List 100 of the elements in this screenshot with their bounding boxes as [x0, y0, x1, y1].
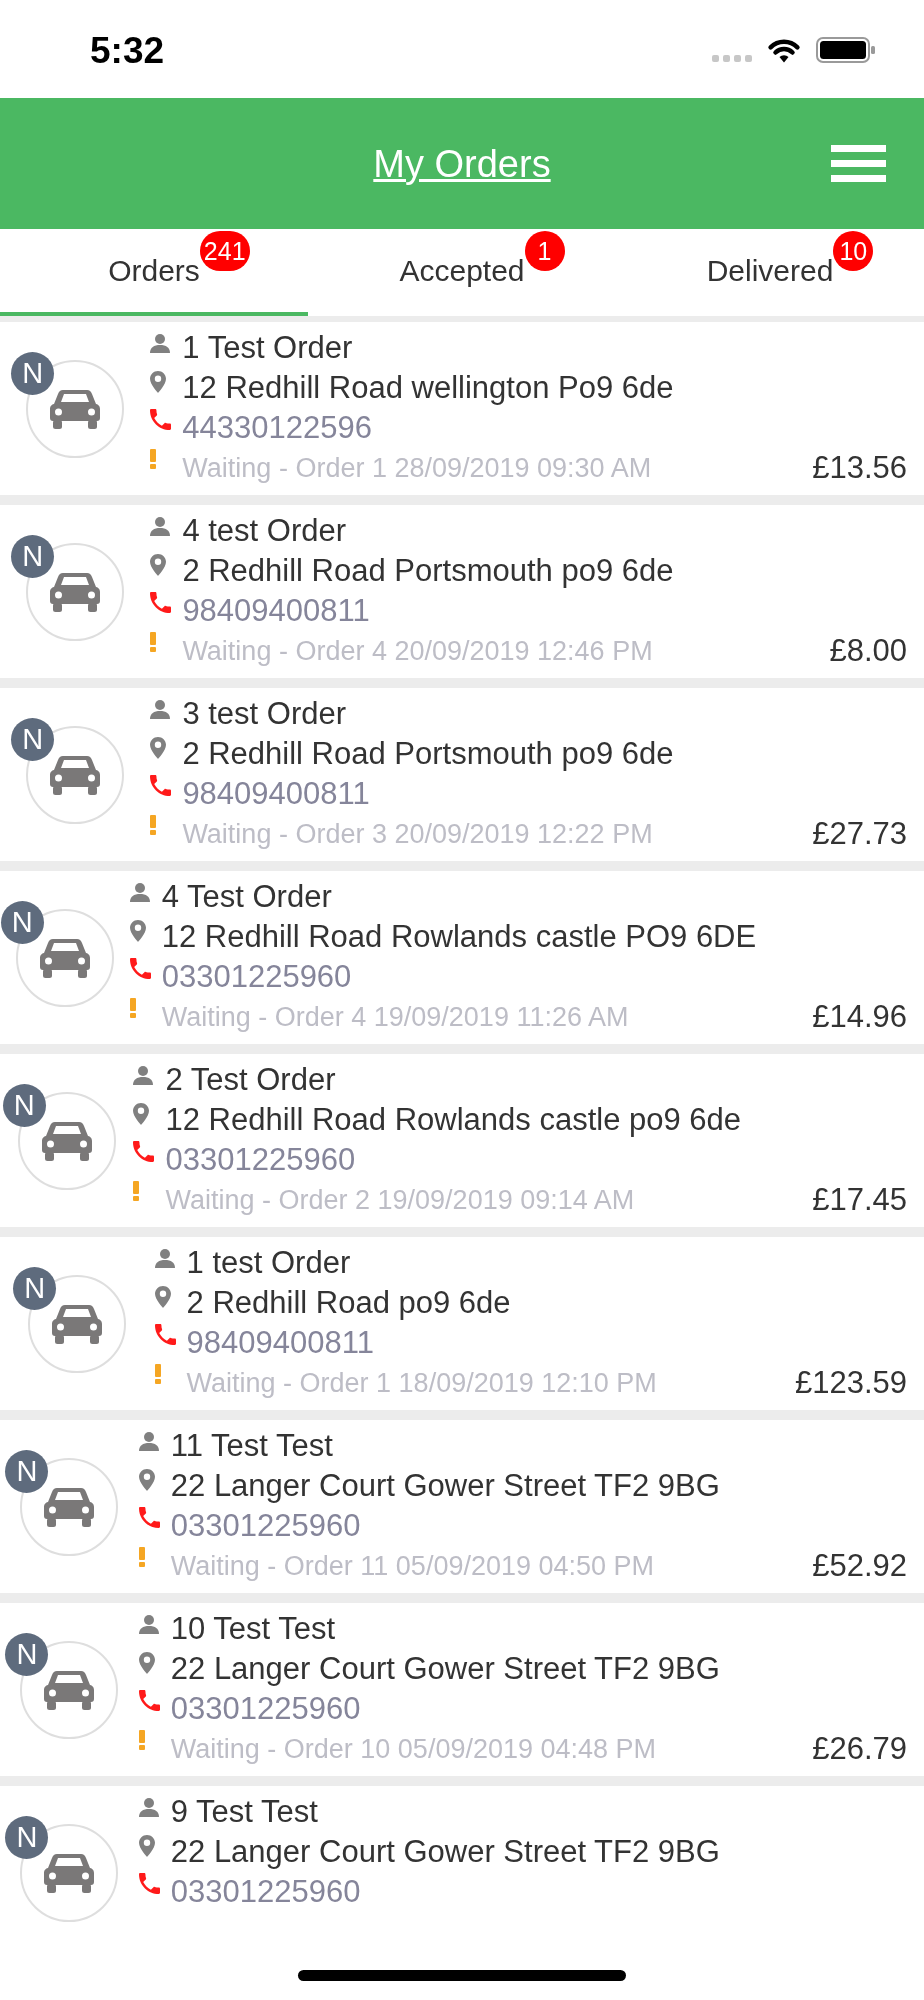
order-status-badge: N	[11, 351, 55, 395]
car-icon	[43, 1486, 96, 1527]
person-icon	[138, 1432, 159, 1451]
phone-number: 03301225960	[170, 1690, 361, 1728]
order-card[interactable]: N 4 test Order 2 Redhill Road Portsmouth po9 6de 98409400811 Waiting - Order 4 20/09/2019 12:46 PM £8.00	[0, 505, 924, 678]
customer-name: 9 Test Test	[170, 1793, 318, 1831]
exclamation-icon	[138, 1547, 145, 1567]
exclamation-icon	[150, 449, 157, 469]
order-status-text: Waiting - Order 1 28/09/2019 09:30 AM	[182, 452, 652, 485]
car-icon	[40, 1120, 93, 1161]
location-pin-icon	[133, 1103, 150, 1125]
phone-icon	[150, 775, 172, 796]
order-status-badge: N	[0, 900, 44, 944]
customer-name: 4 test Order	[182, 512, 347, 550]
phone-icon	[129, 958, 151, 979]
address-text: 2 Redhill Road Portsmouth po9 6de	[182, 735, 674, 773]
location-pin-icon	[129, 920, 146, 942]
order-status-badge: N	[2, 1083, 46, 1127]
count-badge: 1	[524, 230, 565, 271]
order-status-text: Waiting - Order 3 20/09/2019 12:22 PM	[182, 818, 653, 851]
order-status-text: Waiting - Order 10 05/09/2019 04:48 PM	[170, 1733, 657, 1766]
person-icon	[150, 517, 171, 536]
address-text: 2 Redhill Road Portsmouth po9 6de	[182, 552, 674, 590]
order-card[interactable]: N 3 test Order 2 Redhill Road Portsmouth po9 6de 98409400811 Waiting - Order 3 20/09/2019 12:22 PM £27.73	[0, 688, 924, 861]
count-badge: 241	[199, 230, 250, 271]
car-icon	[49, 388, 102, 429]
customer-name: 1 test Order	[186, 1244, 351, 1282]
customer-name: 2 Test Order	[165, 1061, 336, 1099]
phone-number: 03301225960	[170, 1507, 361, 1545]
person-icon	[150, 334, 171, 353]
order-total: £14.96	[812, 998, 907, 1036]
person-icon	[138, 1798, 159, 1817]
phone-number: 44330122596	[182, 409, 372, 447]
customer-name: 1 Test Order	[182, 329, 353, 367]
car-icon	[49, 571, 102, 612]
order-card[interactable]: N 2 Test Order 12 Redhill Road Rowlands castle po9 6de 03301225960 Waiting - Order 2 19/09/2019 09:14 AM £17.45	[0, 1054, 924, 1227]
order-total: £27.73	[812, 815, 907, 853]
customer-name: 10 Test Test	[170, 1610, 336, 1648]
location-pin-icon	[138, 1469, 155, 1491]
tab[interactable]: Accepted 1	[308, 229, 616, 316]
order-status-badge: N	[11, 717, 55, 761]
address-text: 2 Redhill Road po9 6de	[186, 1284, 511, 1322]
order-total: £123.59	[794, 1364, 907, 1402]
phone-icon	[133, 1141, 155, 1162]
order-card[interactable]: N 1 test Order 2 Redhill Road po9 6de 98409400811 Waiting - Order 1 18/09/2019 12:10 PM £123.59	[0, 1237, 924, 1410]
exclamation-icon	[129, 998, 136, 1018]
order-total: £8.00	[829, 632, 907, 670]
exclamation-icon	[150, 815, 157, 835]
phone-icon	[138, 1873, 160, 1894]
exclamation-icon	[138, 1730, 145, 1750]
order-total: £13.56	[812, 449, 907, 487]
phone-number: 03301225960	[161, 958, 352, 996]
order-card[interactable]: N 11 Test Test 22 Langer Court Gower Street TF2 9BG 03301225960 Waiting - Order 11 05/09/2019 04:50 PM £52.92	[0, 1420, 924, 1593]
battery-icon	[816, 37, 875, 63]
exclamation-icon	[154, 1364, 161, 1384]
phone-icon	[138, 1690, 160, 1711]
signal-dots-icon	[712, 55, 752, 62]
car-icon	[43, 1669, 96, 1710]
phone-number: 98409400811	[182, 775, 370, 813]
count-badge: 10	[833, 230, 874, 271]
person-icon	[150, 700, 171, 719]
order-card[interactable]: N 9 Test Test 22 Langer Court Gower Street TF2 9BG 03301225960	[0, 1786, 924, 1925]
car-icon	[38, 937, 91, 978]
address-text: 12 Redhill Road wellington Po9 6de	[182, 369, 674, 407]
exclamation-icon	[133, 1181, 140, 1201]
address-text: 22 Langer Court Gower Street TF2 9BG	[170, 1650, 720, 1688]
phone-icon	[150, 592, 172, 613]
location-pin-icon	[150, 554, 167, 576]
phone-number: 98409400811	[186, 1324, 374, 1362]
car-icon	[49, 754, 102, 795]
car-icon	[51, 1303, 104, 1344]
order-card[interactable]: N 1 Test Order 12 Redhill Road wellington Po9 6de 44330122596 Waiting - Order 1 28/09/2019 09:30 AM £13.56	[0, 322, 924, 495]
location-pin-icon	[138, 1652, 155, 1674]
order-card[interactable]: N 10 Test Test 22 Langer Court Gower Street TF2 9BG 03301225960 Waiting - Order 10 05/09/2019 04:48 PM £26.79	[0, 1603, 924, 1776]
person-icon	[129, 883, 150, 902]
address-text: 22 Langer Court Gower Street TF2 9BG	[170, 1467, 720, 1505]
order-status-text: Waiting - Order 1 18/09/2019 12:10 PM	[186, 1367, 657, 1400]
menu-icon[interactable]	[831, 145, 886, 182]
order-total: £52.92	[812, 1547, 907, 1585]
phone-number: 03301225960	[170, 1873, 361, 1911]
location-pin-icon	[150, 737, 167, 759]
order-total: £26.79	[812, 1730, 907, 1768]
phone-icon	[154, 1324, 176, 1345]
customer-name: 3 test Order	[182, 695, 347, 733]
order-status-badge: N	[5, 1815, 49, 1859]
order-status-text: Waiting - Order 4 20/09/2019 12:46 PM	[182, 635, 653, 668]
order-status-badge: N	[5, 1449, 49, 1493]
phone-icon	[150, 409, 172, 430]
car-icon	[43, 1852, 96, 1893]
order-status-badge: N	[11, 534, 55, 578]
order-card[interactable]: N 4 Test Order 12 Redhill Road Rowlands castle PO9 6DE 03301225960 Waiting - Order 4 19/09/2019 11:26 AM £14.96	[0, 871, 924, 1044]
customer-name: 4 Test Order	[161, 878, 332, 916]
wifi-icon	[767, 38, 801, 63]
customer-name: 11 Test Test	[170, 1427, 333, 1465]
address-text: 12 Redhill Road Rowlands castle po9 6de	[165, 1101, 742, 1139]
tab[interactable]: Delivered 10	[616, 229, 924, 316]
address-text: 12 Redhill Road Rowlands castle PO9 6DE	[161, 918, 757, 956]
person-icon	[154, 1249, 175, 1268]
location-pin-icon	[154, 1286, 171, 1308]
person-icon	[138, 1615, 159, 1634]
